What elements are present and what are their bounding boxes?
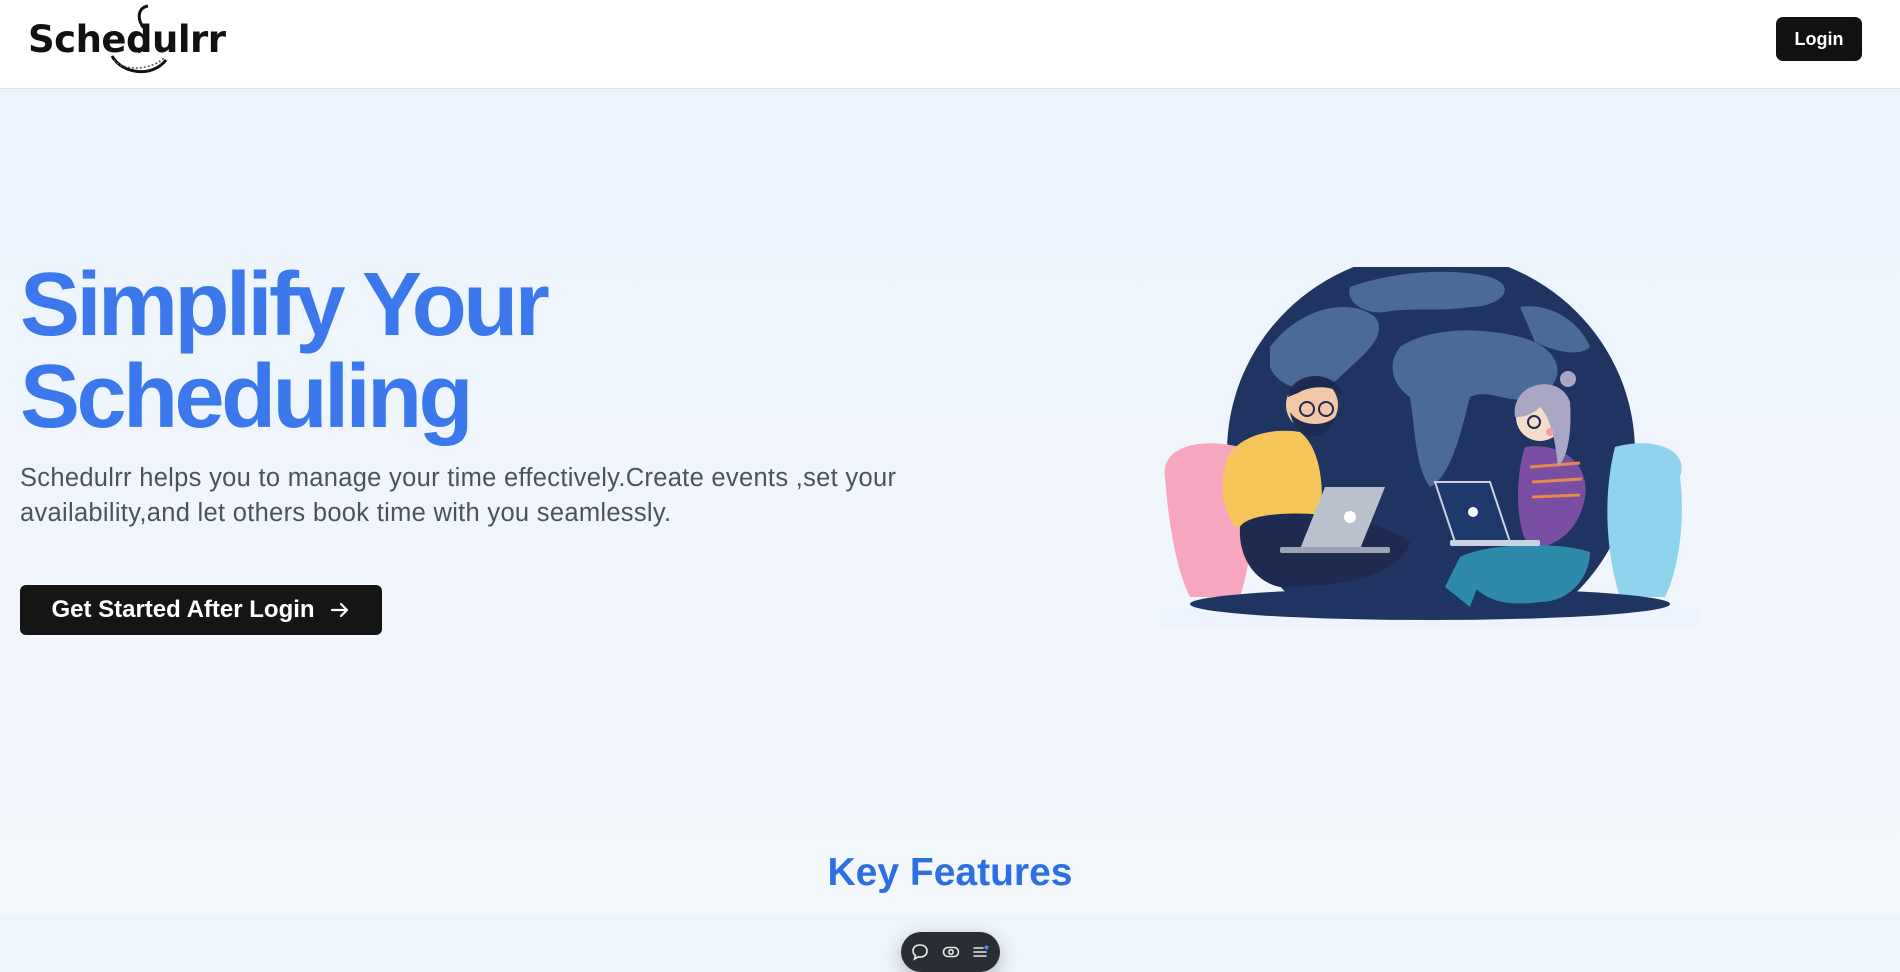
get-started-button[interactable]: Get Started After Login <box>20 585 382 635</box>
hero-title-line-1: Simplify Your <box>20 255 550 355</box>
arrow-right-icon <box>329 599 351 621</box>
get-started-label: Get Started After Login <box>51 596 315 623</box>
comment-icon[interactable] <box>909 941 931 963</box>
key-features-heading: Key Features <box>827 851 1073 894</box>
floating-toolbar <box>901 932 1000 972</box>
hero-description: Schedulrr helps you to manage your time … <box>20 464 897 527</box>
schedulrr-logo[interactable]: Schedulrr <box>28 4 226 78</box>
hero-section: Simplify Your Scheduling Schedulrr helps… <box>0 89 1900 972</box>
menu-list-icon[interactable] <box>970 941 992 963</box>
top-header: Schedulrr Login <box>0 0 1900 89</box>
people-with-laptops-globe-illustration <box>1160 267 1700 627</box>
hero-title-line-2: Scheduling <box>20 347 474 447</box>
eye-icon[interactable] <box>940 941 962 963</box>
hero-title: Simplify Your Scheduling <box>20 259 720 443</box>
phone-cord-icon <box>110 4 168 74</box>
login-button[interactable]: Login <box>1776 17 1862 61</box>
